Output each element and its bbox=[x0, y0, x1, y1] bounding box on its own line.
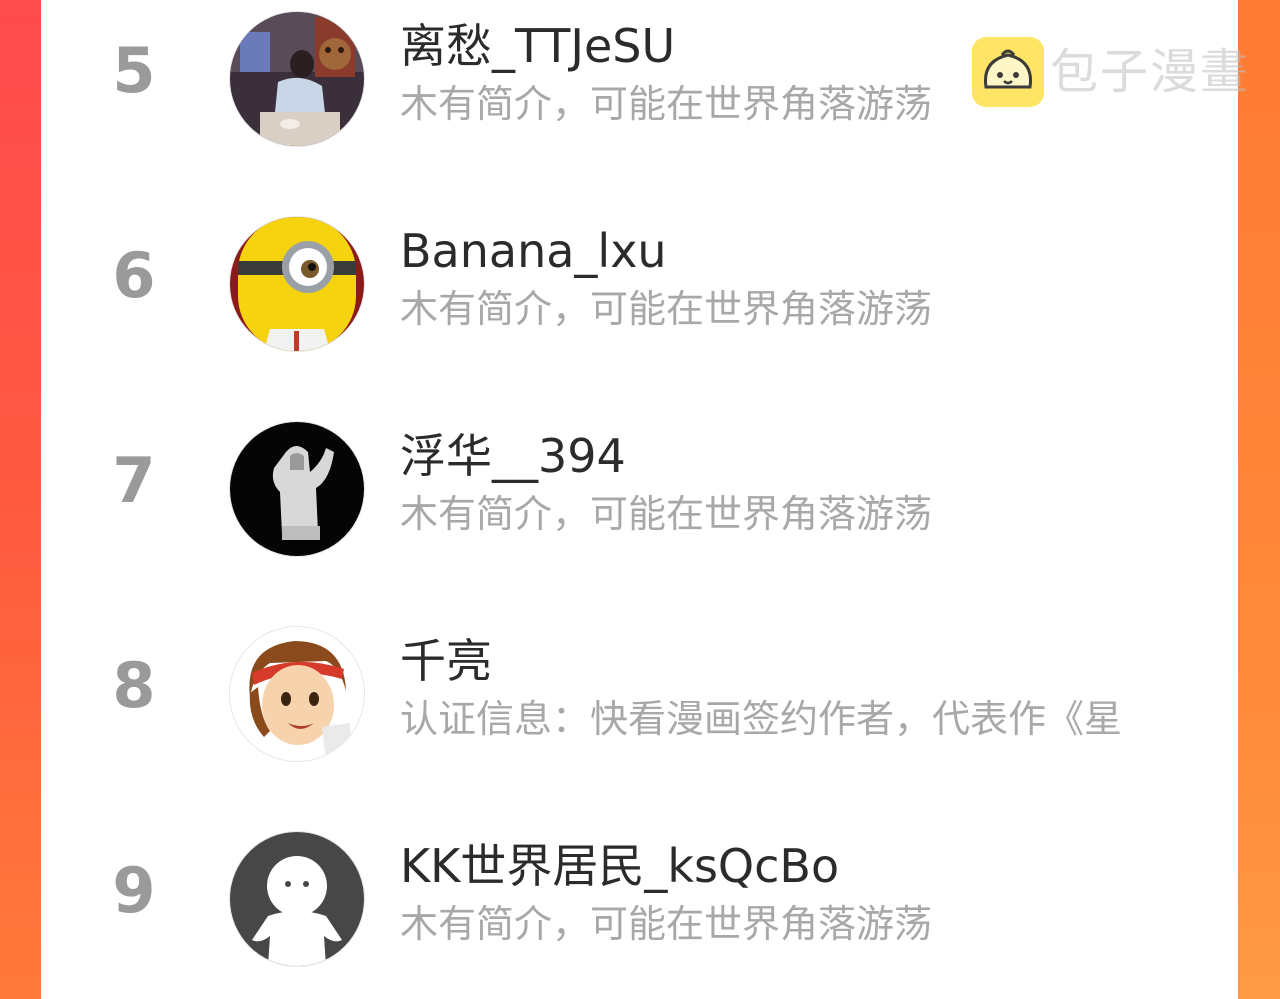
user-avatar[interactable] bbox=[230, 12, 364, 146]
rank-number: 7 bbox=[112, 444, 156, 517]
ranking-card: 5 离愁_TTJeSU 木有简介，可能在世界角落游荡 6 Banana_lxu … bbox=[41, 0, 1238, 999]
right-gradient-border bbox=[1238, 0, 1280, 999]
ranking-row[interactable]: 7 浮华__394 木有简介，可能在世界角落游荡 bbox=[41, 410, 1238, 556]
rank-number: 6 bbox=[112, 239, 156, 312]
ranking-row[interactable]: 8 千亮 认证信息：快看漫画签约作者，代表作《星 bbox=[41, 615, 1238, 761]
user-name[interactable]: 千亮 bbox=[400, 631, 492, 691]
silhouette-hoodie-icon bbox=[230, 422, 364, 556]
user-name[interactable]: Banana_lxu bbox=[400, 221, 667, 281]
user-avatar[interactable] bbox=[230, 422, 364, 556]
ranking-row[interactable]: 9 KK世界居民_ksQcBo 木有简介，可能在世界角落游荡 bbox=[41, 820, 1238, 966]
watermark-text: 包子漫畫 bbox=[1050, 44, 1251, 100]
ranking-list: 5 离愁_TTJeSU 木有简介，可能在世界角落游荡 6 Banana_lxu … bbox=[41, 0, 1238, 999]
left-gradient-border bbox=[0, 0, 41, 999]
user-description: 认证信息：快看漫画签约作者，代表作《星 bbox=[400, 697, 1123, 741]
watermark: 包子漫畫 bbox=[972, 36, 1250, 108]
user-avatar[interactable] bbox=[230, 627, 364, 761]
user-name[interactable]: 浮华__394 bbox=[400, 426, 626, 486]
rank-number: 8 bbox=[112, 649, 156, 722]
ranking-row[interactable]: 6 Banana_lxu 木有简介，可能在世界角落游荡 bbox=[41, 205, 1238, 351]
minion-avatar-icon bbox=[230, 217, 364, 351]
user-name[interactable]: 离愁_TTJeSU bbox=[400, 16, 675, 76]
photo-avatar-icon bbox=[230, 12, 364, 146]
user-description: 木有简介，可能在世界角落游荡 bbox=[400, 492, 933, 536]
baozi-logo-icon bbox=[972, 37, 1044, 107]
user-avatar[interactable] bbox=[230, 217, 364, 351]
rank-number: 9 bbox=[112, 854, 156, 927]
user-description: 木有简介，可能在世界角落游荡 bbox=[400, 287, 933, 331]
manga-boy-headband-icon bbox=[230, 627, 364, 761]
user-avatar[interactable] bbox=[230, 832, 364, 966]
user-description: 木有简介，可能在世界角落游荡 bbox=[400, 902, 933, 946]
rank-number: 5 bbox=[112, 34, 156, 107]
user-name[interactable]: KK世界居民_ksQcBo bbox=[400, 836, 839, 896]
default-user-icon bbox=[230, 832, 364, 966]
